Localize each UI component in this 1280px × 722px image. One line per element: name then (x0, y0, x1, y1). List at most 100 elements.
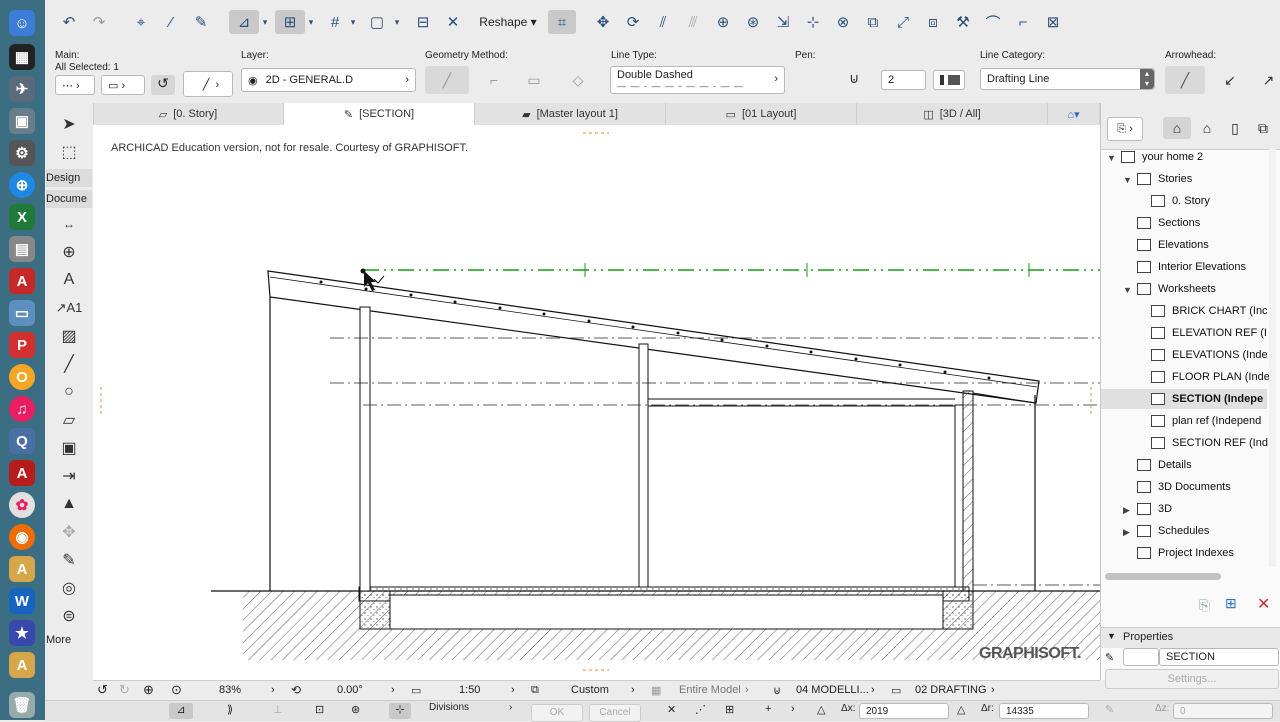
ok-button[interactable]: OK (531, 704, 583, 722)
redo-icon[interactable]: ↷ (87, 10, 111, 34)
resize-icon[interactable]: ⊹ (801, 10, 825, 34)
no-arrow-icon[interactable]: ╱ (1165, 66, 1205, 94)
snap-guides-icon[interactable]: ⊞ (275, 10, 305, 34)
divisions-mode-icon[interactable]: ⊹ (389, 703, 411, 719)
zoom-in-icon[interactable]: ⊕ (143, 682, 154, 698)
pen-set-value[interactable]: 04 MODELLI... (796, 684, 869, 696)
arrow-end-icon[interactable]: ↙ (1215, 66, 1245, 94)
dx-field[interactable]: 2019 (859, 703, 949, 719)
arrow-start-icon[interactable]: ↗ (1257, 66, 1280, 94)
chevron-right-icon[interactable]: › (991, 684, 995, 696)
tab-story[interactable]: ▱ [0. Story] (93, 103, 284, 125)
single-line-method-icon[interactable]: ╱ (425, 66, 469, 94)
horizontal-scrollbar[interactable] (1105, 573, 1221, 580)
corner-icon[interactable]: ⌐ (1011, 10, 1035, 34)
marquee-tool-icon[interactable]: ⬚ (55, 141, 83, 163)
arc-tool-icon[interactable]: ○ (55, 381, 83, 403)
reshape-menu[interactable]: Reshape ▾ (477, 10, 539, 34)
pdf-app-icon[interactable]: P (9, 332, 35, 358)
text-tool-icon[interactable]: A (55, 269, 83, 291)
dimension-tool-icon[interactable]: ↔ (55, 213, 83, 235)
tab-overflow-menu[interactable]: ⌂▾ (1048, 103, 1100, 125)
music-icon[interactable]: ♫ (9, 396, 35, 422)
change-tool-icon[interactable]: ⊜ (55, 605, 83, 627)
layer-dropdown[interactable]: ◉ 2D - GENERAL.D › (241, 68, 416, 92)
multiply-icon[interactable]: ⊛ (741, 10, 765, 34)
section-canvas[interactable]: ARCHICAD Education version, not for resa… (93, 125, 1100, 680)
chevron-right-icon[interactable]: › (391, 684, 395, 696)
finder-icon[interactable]: ☺ (9, 10, 35, 36)
mvo-value[interactable]: 02 DRAFTING (915, 684, 987, 696)
hide-icon[interactable]: ⊠ (1041, 10, 1065, 34)
word-icon[interactable]: W (9, 588, 35, 614)
nav-interior-elevations[interactable]: Interior Elevations (1137, 257, 1246, 277)
section-tool-icon[interactable]: ⇥ (55, 465, 83, 487)
zoom-next-icon[interactable]: ↻ (119, 682, 130, 698)
pen-color-swatch[interactable] (933, 70, 965, 90)
preview-icon[interactable]: ▣ (9, 108, 35, 134)
stretch-icon[interactable]: ⇲ (771, 10, 795, 34)
nav-worksheet-item[interactable]: ELEVATION REF (I (1151, 323, 1267, 343)
delete-icon[interactable]: ✕ (1257, 594, 1270, 614)
chevron-right-icon[interactable]: › (745, 684, 749, 696)
nav-schedules[interactable]: Schedules (1137, 521, 1209, 541)
project-map-icon[interactable]: ⌂ (1163, 117, 1191, 139)
navigator-mode-dropdown[interactable]: ⎘ › (1107, 117, 1143, 141)
chained-method-icon[interactable]: ⌐ (479, 66, 509, 94)
nav-sections[interactable]: Sections (1137, 213, 1200, 233)
tab-3d[interactable]: ◫ [3D / All] (857, 103, 1048, 125)
collapse-triangle-icon[interactable]: ▶ (1123, 505, 1130, 516)
chevron-down-icon[interactable]: ▾ (305, 10, 317, 34)
line-tool-icon[interactable]: ╱ (55, 353, 83, 375)
acrobat-icon[interactable]: A (9, 268, 35, 294)
expand-triangle-icon[interactable]: ▼ (1123, 285, 1132, 295)
nav-worksheets[interactable]: Worksheets (1137, 279, 1216, 299)
photos-icon[interactable]: ✿ (9, 492, 35, 518)
pet-add-icon[interactable]: + (765, 703, 771, 715)
zoom-prev-icon[interactable]: ↺ (97, 682, 108, 698)
intersect-icon[interactable]: ⤢ (891, 10, 915, 34)
properties-name-field[interactable]: SECTION (1159, 648, 1279, 666)
reshape-mode-icon[interactable]: ⌗ (548, 10, 576, 34)
document-section[interactable]: Docume (46, 190, 92, 208)
system-preferences-icon[interactable]: ⚙ (9, 140, 35, 166)
frame-icon[interactable]: ⊡ (315, 703, 324, 716)
document-icon[interactable]: A (9, 556, 35, 582)
offset-icon[interactable]: ⊕ (711, 10, 735, 34)
expand-triangle-icon[interactable]: ▼ (1107, 153, 1116, 163)
adjust-icon[interactable]: ⧉ (861, 10, 885, 34)
expand-triangle-icon[interactable]: ▼ (1123, 175, 1132, 185)
firefox-icon[interactable]: ◉ (9, 524, 35, 550)
calculator-icon[interactable]: ▤ (9, 236, 35, 262)
special-snap-icon[interactable]: ⊟ (411, 10, 435, 34)
explode-icon[interactable]: ⚒ (951, 10, 975, 34)
line-geometry-icon[interactable]: ╱ › (183, 71, 233, 97)
scale-value[interactable]: 1:50 (459, 684, 480, 696)
eyedropper-icon[interactable]: ⁄ (159, 10, 183, 34)
elevate-icon[interactable]: ⫻ (681, 10, 705, 34)
imovie-star-icon[interactable]: ★ (9, 620, 35, 646)
tab-section[interactable]: ✎ [SECTION] (284, 103, 475, 125)
dz-field[interactable]: 0 (1173, 703, 1273, 719)
chevron-down-icon[interactable]: ▾ (259, 10, 271, 34)
zoom-value[interactable]: 83% (219, 684, 241, 696)
launchpad-icon[interactable]: ✈ (9, 76, 35, 102)
document-2-icon[interactable]: A (9, 652, 35, 678)
mirror-icon[interactable]: ⫽ (651, 10, 675, 34)
pet-stretch-icon[interactable]: ⊞ (725, 703, 734, 716)
properties-id-field[interactable] (1123, 648, 1159, 666)
nav-worksheet-item[interactable]: BRICK CHART (Inc (1151, 301, 1268, 321)
polyline-tool-icon[interactable]: ▱ (55, 409, 83, 431)
expand-triangle-icon[interactable]: ▼ (1107, 631, 1116, 641)
nav-3d-documents[interactable]: 3D Documents (1137, 477, 1231, 497)
fit-window-icon[interactable]: ⊙ (171, 682, 182, 698)
chevron-right-icon[interactable]: › (271, 684, 275, 696)
rotate-view-icon[interactable]: ⟲ (291, 683, 301, 697)
quicktime-icon[interactable]: Q (9, 428, 35, 454)
special-snap-icon[interactable]: ⟫ (227, 703, 233, 716)
element-filter-dropdown[interactable]: ⋯ › (55, 75, 95, 95)
level-dimension-tool-icon[interactable]: ⊕ (55, 241, 83, 263)
guide-lines-icon[interactable]: ⊿ (229, 10, 259, 34)
drag-icon[interactable]: ✥ (591, 10, 615, 34)
arrow-tool-icon[interactable]: ➤ (55, 113, 83, 135)
